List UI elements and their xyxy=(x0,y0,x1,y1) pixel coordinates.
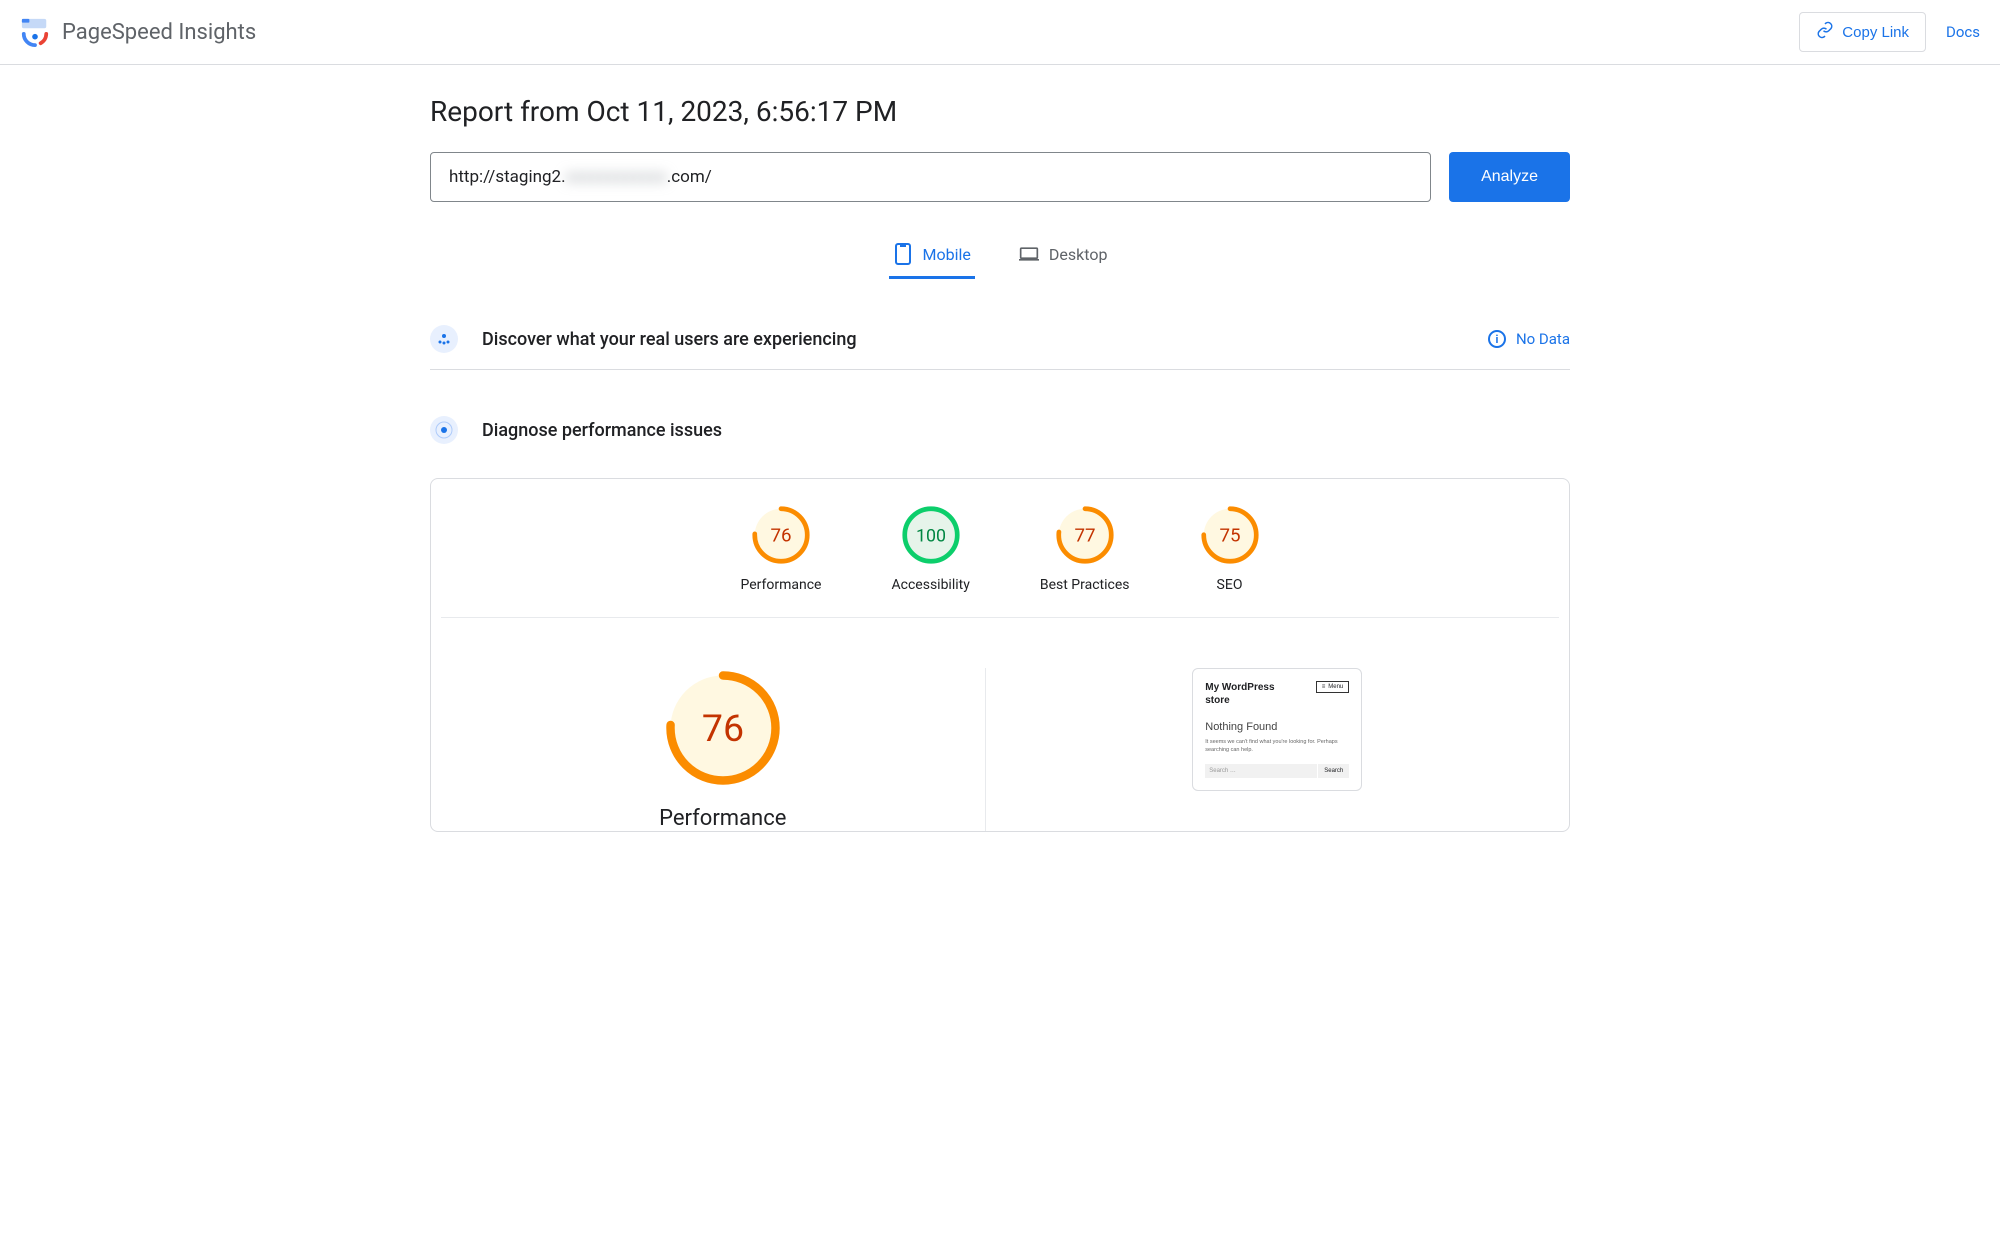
no-data-label: No Data xyxy=(1516,330,1570,348)
gauge-performance-label: Performance xyxy=(741,577,822,593)
section-discover: Discover what your real users are experi… xyxy=(430,309,1570,370)
gauge-best-practices[interactable]: 77 Best Practices xyxy=(1040,505,1130,593)
tab-mobile[interactable]: Mobile xyxy=(889,232,975,279)
no-data-link[interactable]: i No Data xyxy=(1488,330,1570,348)
detail-right: My WordPress store ≡ Menu Nothing Found … xyxy=(1016,668,1540,831)
gauge-seo-icon: 75 xyxy=(1200,505,1260,565)
desktop-icon xyxy=(1019,244,1039,264)
preview-message: It seems we can't find what you're looki… xyxy=(1205,739,1349,754)
gauge-accessibility[interactable]: 100 Accessibility xyxy=(892,505,970,593)
hamburger-icon: ≡ xyxy=(1322,684,1326,690)
info-icon: i xyxy=(1488,330,1506,348)
detail-left: 76 Performance xyxy=(461,668,986,831)
app-title: PageSpeed Insights xyxy=(62,20,256,45)
url-input[interactable]: http://staging2.xxxxxxxxxxxx.com/ xyxy=(430,152,1431,202)
section-diagnose: Diagnose performance issues xyxy=(430,400,1570,460)
gauge-best-practices-icon: 77 xyxy=(1055,505,1115,565)
url-suffix: .com/ xyxy=(667,167,712,187)
gauge-accessibility-icon: 100 xyxy=(901,505,961,565)
svg-text:77: 77 xyxy=(1074,525,1095,547)
gauge-accessibility-label: Accessibility xyxy=(892,577,970,593)
svg-text:75: 75 xyxy=(1219,525,1240,547)
gauge-performance[interactable]: 76 Performance xyxy=(741,505,822,593)
url-row: http://staging2.xxxxxxxxxxxx.com/ Analyz… xyxy=(430,152,1570,202)
preview-heading: Nothing Found xyxy=(1205,721,1349,733)
gauge-row: 76 Performance 100 Accessibility 77 B xyxy=(441,505,1559,618)
svg-text:100: 100 xyxy=(916,526,946,547)
detail-row: 76 Performance My WordPress store ≡ Menu… xyxy=(431,618,1569,831)
tab-mobile-label: Mobile xyxy=(923,245,971,264)
svg-text:76: 76 xyxy=(770,525,791,547)
gauge-best-practices-label: Best Practices xyxy=(1040,577,1130,593)
main-content: Report from Oct 11, 2023, 6:56:17 PM htt… xyxy=(410,65,1590,862)
preview-menu-button: ≡ Menu xyxy=(1316,681,1350,693)
svg-text:76: 76 xyxy=(702,707,744,751)
copy-link-label: Copy Link xyxy=(1842,24,1909,41)
logo-area: PageSpeed Insights xyxy=(20,17,256,47)
big-performance-label: Performance xyxy=(659,806,786,831)
preview-search-button: Search xyxy=(1317,764,1349,778)
link-icon xyxy=(1816,21,1834,43)
url-prefix: http://staging2. xyxy=(449,167,566,187)
pagespeed-logo-icon xyxy=(20,17,50,47)
analyze-button[interactable]: Analyze xyxy=(1449,152,1570,202)
users-icon xyxy=(430,325,458,353)
diagnosis-card: 76 Performance 100 Accessibility 77 B xyxy=(430,478,1570,832)
report-title: Report from Oct 11, 2023, 6:56:17 PM xyxy=(430,95,1570,128)
device-tabs: Mobile Desktop xyxy=(430,232,1570,279)
screenshot-preview: My WordPress store ≡ Menu Nothing Found … xyxy=(1192,668,1362,791)
copy-link-button[interactable]: Copy Link xyxy=(1799,12,1926,52)
gauge-seo-label: SEO xyxy=(1217,577,1243,593)
discover-title: Discover what your real users are experi… xyxy=(482,329,1464,350)
gauge-seo[interactable]: 75 SEO xyxy=(1200,505,1260,593)
gauge-performance-icon: 76 xyxy=(751,505,811,565)
header-actions: Copy Link Docs xyxy=(1799,12,1980,52)
preview-search: Search … Search xyxy=(1205,764,1349,778)
docs-link[interactable]: Docs xyxy=(1946,23,1980,41)
tab-desktop-label: Desktop xyxy=(1049,245,1108,264)
top-header: PageSpeed Insights Copy Link Docs xyxy=(0,0,2000,65)
tab-desktop[interactable]: Desktop xyxy=(1015,232,1112,279)
url-redacted: xxxxxxxxxxxx xyxy=(566,167,667,187)
radar-icon xyxy=(430,416,458,444)
preview-search-input: Search … xyxy=(1205,764,1317,778)
preview-site-title: My WordPress store xyxy=(1205,681,1285,707)
big-performance-gauge-icon: 76 xyxy=(663,668,783,788)
mobile-icon xyxy=(893,244,913,264)
diagnose-title: Diagnose performance issues xyxy=(482,420,1570,441)
